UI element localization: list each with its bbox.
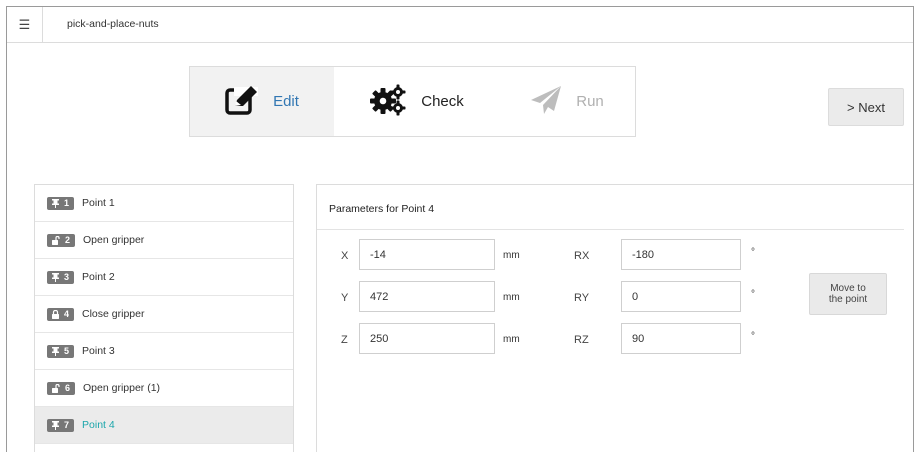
item-badge: 2 [47, 233, 76, 247]
z-label: Z [341, 334, 348, 346]
item-badge: 7 [47, 418, 75, 432]
item-badge: 4 [47, 307, 75, 321]
item-label: Point 1 [82, 197, 115, 209]
item-label: Close gripper [82, 308, 145, 320]
ry-label: RY [574, 292, 590, 304]
z-input[interactable] [359, 323, 495, 354]
rx-unit: ° [751, 247, 755, 258]
hamburger-menu-icon[interactable]: ☰ [7, 7, 43, 43]
item-badge: 5 [47, 344, 75, 358]
step-check-label: Check [421, 93, 464, 110]
step-edit[interactable]: Edit [189, 66, 334, 137]
list-item[interactable]: 1 Point 1 [35, 185, 293, 222]
unlock-icon [52, 383, 60, 393]
item-badge: 1 [47, 196, 75, 210]
pin-icon [52, 198, 59, 208]
item-label: Point 4 [82, 419, 115, 431]
item-label: Open gripper [83, 234, 145, 246]
list-item[interactable]: 5 Point 3 [35, 333, 293, 370]
rz-label: RZ [574, 334, 589, 346]
move-label-line2: the point [828, 294, 868, 305]
item-label: Point 2 [82, 271, 115, 283]
pin-icon [52, 272, 59, 282]
gears-icon [369, 84, 407, 120]
x-label: X [341, 250, 349, 262]
rz-unit: ° [751, 331, 755, 342]
top-bar: ☰ pick-and-place-nuts [7, 7, 913, 43]
x-unit: mm [503, 250, 520, 261]
program-list: 1 Point 1 2 Open gripper 3 Point 2 4 Clo… [34, 184, 294, 452]
next-button[interactable]: > Next [828, 88, 904, 126]
x-input[interactable] [359, 239, 495, 270]
z-unit: mm [503, 334, 520, 345]
y-unit: mm [503, 292, 520, 303]
y-label: Y [341, 292, 349, 304]
parameters-panel: Parameters for Point 4 X mm RX ° Y mm RY… [316, 184, 913, 452]
list-item[interactable]: 6 Open gripper (1) [35, 370, 293, 407]
step-check[interactable]: Check [334, 66, 499, 137]
pin-icon [52, 420, 59, 430]
list-item[interactable]: 2 Open gripper [35, 222, 293, 259]
project-title: pick-and-place-nuts [67, 18, 159, 30]
y-input[interactable] [359, 281, 495, 312]
step-edit-label: Edit [273, 93, 299, 110]
rz-input[interactable] [621, 323, 741, 354]
rx-input[interactable] [621, 239, 741, 270]
step-run-label: Run [576, 93, 604, 110]
item-label: Open gripper (1) [83, 382, 161, 394]
panel-title: Parameters for Point 4 [329, 203, 435, 215]
pin-icon [52, 346, 59, 356]
step-run[interactable]: Run [499, 66, 636, 137]
list-item[interactable]: 4 Close gripper [35, 296, 293, 333]
move-label-line1: Move to [830, 283, 866, 294]
divider [317, 229, 904, 230]
item-label: Point 3 [82, 345, 115, 357]
item-badge: 6 [47, 381, 76, 395]
move-to-point-button[interactable]: Move to the point [809, 273, 887, 315]
rx-label: RX [574, 250, 590, 262]
list-item[interactable]: 3 Point 2 [35, 259, 293, 296]
edit-icon [225, 85, 259, 119]
list-item[interactable]: 7 Point 4 [35, 407, 293, 444]
item-badge: 3 [47, 270, 75, 284]
ry-input[interactable] [621, 281, 741, 312]
app-frame: ☰ pick-and-place-nuts Edit Check Run > N… [6, 6, 914, 452]
ry-unit: ° [751, 289, 755, 300]
paper-plane-icon [530, 85, 562, 119]
wizard-steps: Edit Check Run [189, 66, 636, 137]
lock-icon [52, 309, 59, 319]
unlock-icon [52, 235, 60, 245]
